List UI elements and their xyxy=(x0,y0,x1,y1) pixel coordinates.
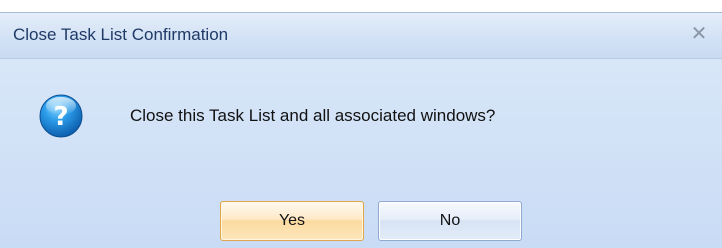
svg-text:?: ? xyxy=(53,102,68,132)
dialog-body: ? Close this Task List and all associate… xyxy=(0,59,722,248)
no-button[interactable]: No xyxy=(378,201,522,241)
question-icon: ? xyxy=(39,94,83,138)
yes-button[interactable]: Yes xyxy=(220,201,364,241)
confirmation-dialog: Close Task List Confirmation ✕ ? Close t… xyxy=(0,12,722,248)
close-icon[interactable]: ✕ xyxy=(688,22,710,46)
title-bar: Close Task List Confirmation ✕ xyxy=(0,13,722,59)
dialog-title: Close Task List Confirmation xyxy=(13,25,229,44)
dialog-message: Close this Task List and all associated … xyxy=(130,106,496,125)
